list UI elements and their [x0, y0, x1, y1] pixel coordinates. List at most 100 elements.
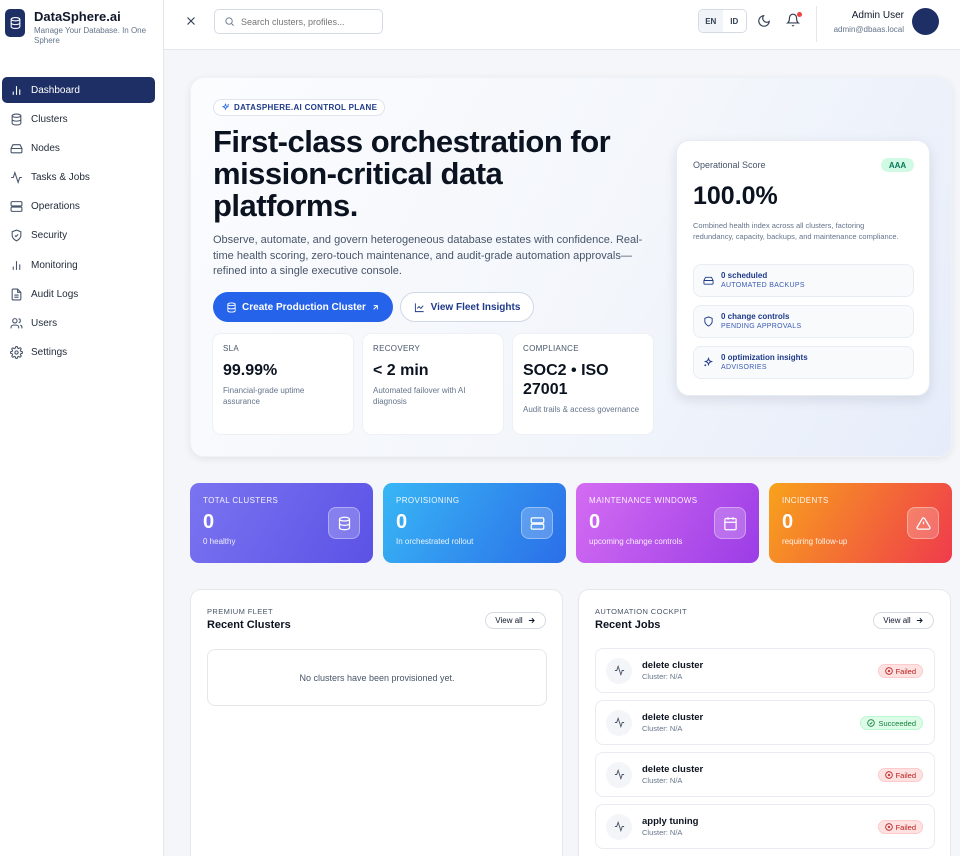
database-icon [11, 113, 22, 126]
status-label: Failed [895, 822, 916, 832]
sidebar-item-label: Settings [31, 347, 68, 359]
stat-label: MAINTENANCE WINDOWS [589, 496, 698, 505]
stat-label: TOTAL CLUSTERS [203, 496, 279, 505]
search-box[interactable] [214, 9, 383, 34]
arrow-right-icon [528, 617, 535, 624]
metric-card-sla: SLA 99.99% Financial-grade uptime assura… [212, 333, 354, 435]
metric-label: SLA [223, 344, 240, 353]
recent-jobs-panel: AUTOMATION COCKPIT Recent Jobs View all … [578, 589, 951, 856]
sidebar-item-label: Security [31, 230, 68, 242]
score-item-sub: ADVISORIES [721, 363, 767, 371]
button-label: View all [495, 616, 523, 625]
sidebar-item-label: Tasks & Jobs [31, 172, 90, 184]
close-icon [187, 17, 195, 25]
view-all-jobs-button[interactable]: View all [873, 612, 934, 629]
stat-card-maintenance-windows[interactable]: MAINTENANCE WINDOWS 0 upcoming change co… [576, 483, 759, 563]
bar-chart-icon [12, 85, 21, 95]
panel-title: Recent Jobs [595, 619, 661, 631]
sidebar-item-dashboard[interactable]: Dashboard [2, 77, 155, 103]
sidebar: DataSphere.ai Manage Your Database. In O… [0, 0, 164, 856]
user-menu[interactable]: Admin User admin@dbaas.local [826, 9, 904, 35]
sidebar-item-audit-logs[interactable]: Audit Logs [2, 281, 155, 307]
sidebar-item-label: Dashboard [31, 84, 80, 96]
hero-panel: DATASPHERE.AI CONTROL PLANE First-class … [190, 77, 952, 457]
job-cluster: Cluster: N/A [642, 827, 683, 837]
activity-icon [11, 171, 22, 185]
status-badge: Failed [877, 820, 923, 834]
metric-value: 99.99% [223, 362, 278, 379]
score-item-sub: PENDING APPROVALS [721, 322, 802, 330]
score-item-title: 0 scheduled [721, 270, 768, 280]
job-title: delete cluster [642, 763, 704, 775]
stat-card-total-clusters[interactable]: TOTAL CLUSTERS 0 0 healthy [190, 483, 373, 563]
operational-score-card: Operational Score AAA 100.0% Combined he… [676, 140, 930, 396]
server-icon [10, 201, 23, 213]
user-email: admin@dbaas.local [833, 25, 904, 34]
language-option-en[interactable]: EN [699, 10, 723, 32]
calendar-icon [714, 507, 746, 539]
button-label: Create Production Cluster [242, 301, 366, 313]
metric-note: Financial-grade uptime assurance [223, 386, 305, 406]
theme-toggle-button[interactable] [757, 14, 771, 28]
status-badge: Succeeded [860, 716, 923, 730]
hero-chip-label: DATASPHERE.AI CONTROL PLANE [234, 103, 378, 112]
button-label: View all [883, 616, 911, 625]
alert-triangle-icon [907, 507, 939, 539]
create-production-cluster-button[interactable]: Create Production Cluster [213, 292, 393, 322]
empty-state: No clusters have been provisioned yet. [207, 649, 547, 706]
sidebar-item-nodes[interactable]: Nodes [2, 135, 155, 161]
sidebar-item-settings[interactable]: Settings [2, 340, 155, 366]
language-switcher: EN ID [698, 9, 747, 33]
sidebar-item-users[interactable]: Users [2, 311, 155, 337]
line-chart-icon [414, 302, 424, 312]
sidebar-item-operations[interactable]: Operations [2, 194, 155, 220]
database-icon [227, 301, 236, 313]
shield-icon [11, 229, 22, 242]
stat-card-incidents[interactable]: INCIDENTS 0 requiring follow-up [769, 483, 952, 563]
score-item-title: 0 optimization insights [721, 352, 808, 362]
avatar[interactable] [912, 8, 939, 35]
notifications-button[interactable] [786, 12, 802, 27]
x-circle-icon [884, 823, 893, 831]
view-fleet-insights-button[interactable]: View Fleet Insights [400, 292, 534, 322]
stat-card-provisioning[interactable]: PROVISIONING 0 In orchestrated rollout [383, 483, 566, 563]
database-icon [328, 507, 360, 539]
database-logo-icon [5, 9, 25, 37]
sidebar-item-tasks-jobs[interactable]: Tasks & Jobs [2, 165, 155, 191]
arrow-up-right-icon [373, 304, 378, 310]
score-item-backups[interactable]: 0 scheduled AUTOMATED BACKUPS [693, 264, 914, 297]
sidebar-item-security[interactable]: Security [2, 223, 155, 249]
sidebar-item-clusters[interactable]: Clusters [2, 106, 155, 132]
activity-icon [606, 657, 632, 684]
score-item-change-controls[interactable]: 0 change controls PENDING APPROVALS [693, 305, 914, 338]
list-item[interactable]: apply tuning Cluster: N/A Failed [595, 804, 935, 849]
panel-title: Recent Clusters [207, 619, 291, 631]
sidebar-item-monitoring[interactable]: Monitoring [2, 252, 155, 278]
brand[interactable]: DataSphere.ai Manage Your Database. In O… [5, 9, 154, 46]
users-icon [10, 318, 23, 329]
sidebar-item-label: Users [31, 318, 58, 329]
sidebar-item-label: Audit Logs [31, 288, 79, 300]
gear-icon [10, 346, 23, 360]
hard-drive-icon [703, 276, 714, 285]
metric-value: < 2 min [373, 362, 429, 379]
close-sidebar-button[interactable] [184, 14, 198, 28]
shield-icon [704, 316, 713, 327]
hero-chip: DATASPHERE.AI CONTROL PLANE [213, 99, 386, 116]
search-input[interactable] [241, 16, 381, 27]
brand-tagline: Manage Your Database. In One Sphere [34, 26, 147, 45]
recent-clusters-panel: PREMIUM FLEET Recent Clusters View all N… [190, 589, 563, 856]
status-label: Succeeded [878, 718, 916, 728]
list-item[interactable]: delete cluster Cluster: N/A Failed [595, 752, 935, 797]
list-item[interactable]: delete cluster Cluster: N/A Succeeded [595, 700, 935, 745]
score-item-optimization[interactable]: 0 optimization insights ADVISORIES [693, 346, 914, 379]
sidebar-item-label: Monitoring [31, 259, 78, 271]
language-option-id[interactable]: ID [723, 10, 747, 32]
view-all-clusters-button[interactable]: View all [485, 612, 546, 629]
activity-icon [606, 813, 632, 840]
list-item[interactable]: delete cluster Cluster: N/A Failed [595, 648, 935, 693]
divider [816, 6, 817, 42]
notification-dot [797, 12, 802, 17]
bar-chart-icon [12, 260, 21, 270]
sparkles-icon [703, 357, 714, 367]
